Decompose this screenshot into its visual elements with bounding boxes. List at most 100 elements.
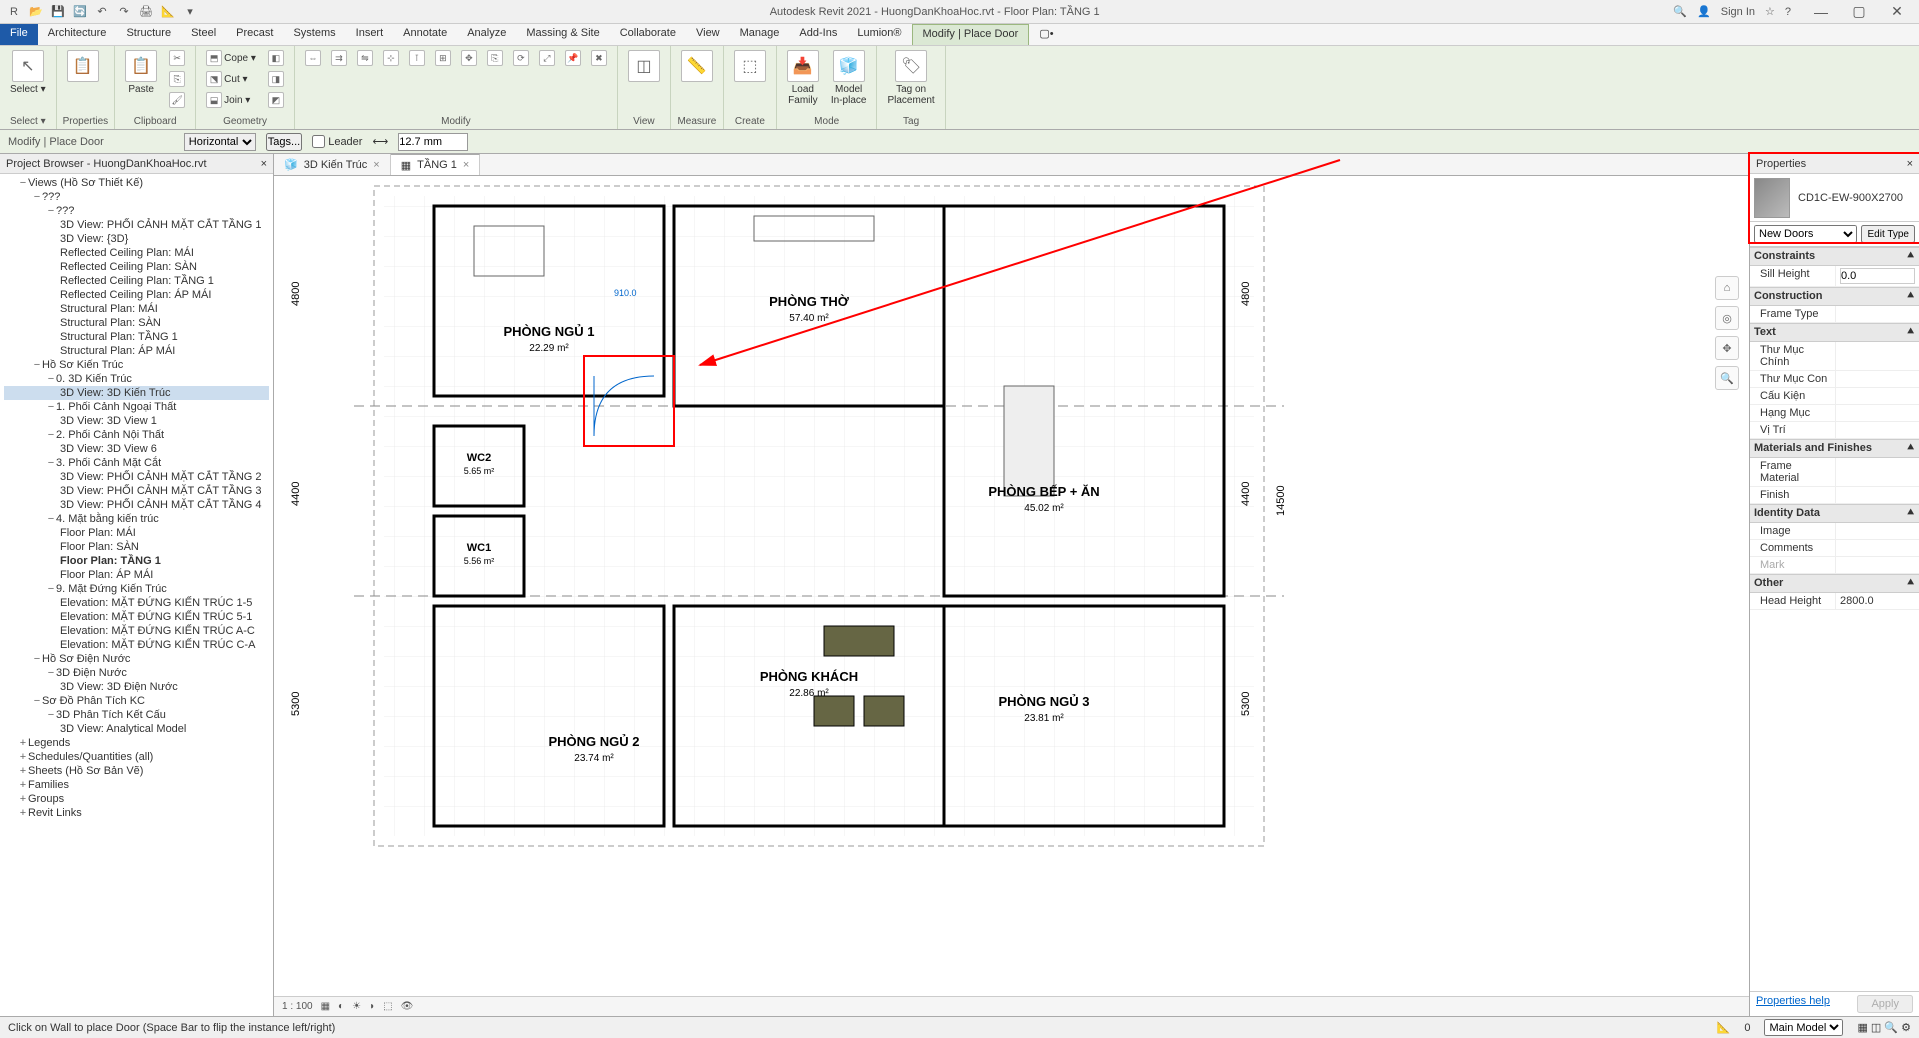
close-button[interactable]: ✕ [1883, 3, 1911, 20]
delete-button[interactable]: ✖ [587, 48, 611, 68]
head-height-value[interactable]: 2800.0 [1835, 593, 1919, 609]
sill-height-input[interactable] [1840, 268, 1915, 284]
trim-button[interactable]: ⊺ [405, 48, 429, 68]
mirror-button[interactable]: ⇋ [353, 48, 377, 68]
ribbon-group-create: ⬚ Create [724, 46, 777, 129]
tab-file[interactable]: File [0, 24, 38, 45]
nav-pan-icon[interactable]: ✥ [1715, 336, 1739, 360]
orientation-select[interactable]: Horizontal [184, 133, 256, 151]
properties-button[interactable]: 📋 [63, 48, 103, 84]
nav-wheel-icon[interactable]: ◎ [1715, 306, 1739, 330]
tab-precast[interactable]: Precast [226, 24, 283, 45]
tab-massing[interactable]: Massing & Site [516, 24, 609, 45]
copy-button[interactable]: ⎘ [165, 69, 189, 89]
signin-link[interactable]: Sign In [1721, 6, 1755, 18]
copy-mod-button[interactable]: ⎘ [483, 48, 507, 68]
align-button[interactable]: ⇔ [301, 48, 325, 68]
nav-zoom-icon[interactable]: 🔍 [1715, 366, 1739, 390]
user-icon[interactable]: 👤 [1697, 5, 1711, 18]
tab-steel[interactable]: Steel [181, 24, 226, 45]
view-tab-3d[interactable]: 🧊3D Kiến Trúc× [274, 154, 391, 175]
frame-type-value[interactable] [1835, 306, 1919, 322]
tab-collaborate[interactable]: Collaborate [610, 24, 686, 45]
tab-annotate[interactable]: Annotate [393, 24, 457, 45]
tab-close-icon[interactable]: × [373, 159, 379, 171]
geom-2[interactable]: ◨ [264, 69, 288, 89]
workset-select[interactable]: Main Model [1764, 1019, 1843, 1036]
tab-structure[interactable]: Structure [116, 24, 181, 45]
leader-checkbox[interactable]: Leader [312, 135, 362, 148]
tab-manage[interactable]: Manage [730, 24, 790, 45]
shadow-icon[interactable]: ◗ [369, 1001, 375, 1012]
tag-on-placement-button[interactable]: 🏷Tag on Placement [883, 48, 938, 108]
view-tab-tang1[interactable]: ▦TẦNG 1× [391, 154, 481, 175]
props-close-icon[interactable]: × [1907, 158, 1913, 170]
sun-icon[interactable]: ☀ [352, 1001, 361, 1012]
type-selector-block[interactable]: CD1C-EW-900X2700 [1750, 174, 1919, 222]
matchtype-button[interactable]: 🖌 [165, 90, 189, 110]
browser-close-icon[interactable]: × [261, 158, 267, 170]
nav-home-icon[interactable]: ⌂ [1715, 276, 1739, 300]
array-button[interactable]: ⊞ [431, 48, 455, 68]
tab-lumion[interactable]: Lumion® [847, 24, 911, 45]
search-icon[interactable]: 🔍 [1673, 5, 1687, 18]
scale-button[interactable]: 1 : 100 [282, 1001, 313, 1012]
tab-view[interactable]: View [686, 24, 730, 45]
paste-button[interactable]: 📋Paste [121, 48, 161, 97]
load-family-button[interactable]: 📥Load Family [783, 48, 823, 108]
visual-style-icon[interactable]: ◐ [338, 1001, 344, 1012]
status-seg-1[interactable]: 📐 [1717, 1021, 1731, 1034]
pin-button[interactable]: 📌 [561, 48, 585, 68]
model-inplace-button[interactable]: 🧊Model In-place [827, 48, 871, 108]
maximize-button[interactable]: ▢ [1845, 3, 1873, 20]
minimize-button[interactable]: — [1807, 4, 1835, 20]
qat-more-icon[interactable]: ▾ [182, 4, 198, 20]
tab-analyze[interactable]: Analyze [457, 24, 516, 45]
drawing-canvas[interactable]: PHÒNG NGỦ 1 22.29 m² PHÒNG THỜ 57.40 m² … [274, 176, 1749, 996]
tab-architecture[interactable]: Architecture [38, 24, 117, 45]
create-button[interactable]: ⬚ [730, 48, 770, 84]
offset-input[interactable] [398, 133, 468, 151]
join-button[interactable]: ⬓Join ▾ [202, 90, 260, 110]
open-icon[interactable]: 📂 [28, 4, 44, 20]
tab-systems[interactable]: Systems [283, 24, 345, 45]
save-icon[interactable]: 💾 [50, 4, 66, 20]
undo-icon[interactable]: ↶ [94, 4, 110, 20]
cut-button[interactable]: ✂ [165, 48, 189, 68]
tab-modify-place-door[interactable]: Modify | Place Door [912, 24, 1030, 45]
tab-close-icon[interactable]: × [463, 159, 469, 171]
move-button[interactable]: ✥ [457, 48, 481, 68]
tab-insert[interactable]: Insert [346, 24, 394, 45]
split-button[interactable]: ⊹ [379, 48, 403, 68]
sync-icon[interactable]: 🔄 [72, 4, 88, 20]
measure-icon[interactable]: 📐 [160, 4, 176, 20]
view-button[interactable]: ◫ [624, 48, 664, 84]
status-icons[interactable]: ▦ ◫ 🔍 ⚙ [1857, 1021, 1911, 1034]
offset-button[interactable]: ⇉ [327, 48, 351, 68]
cursor-icon: ↖ [12, 50, 44, 82]
cope-button[interactable]: ⬒Cope ▾ [202, 48, 260, 68]
geom-1[interactable]: ◧ [264, 48, 288, 68]
scale-button[interactable]: ⤢ [535, 48, 559, 68]
measure-button[interactable]: 📏 [677, 48, 717, 84]
modify-tool[interactable]: ↖Select ▾ [6, 48, 50, 97]
instance-filter-select[interactable]: New Doors [1754, 225, 1857, 243]
hide-icon[interactable]: 👁 [401, 1001, 414, 1012]
cut-geom-button[interactable]: ⬔Cut ▾ [202, 69, 260, 89]
detail-icon[interactable]: ▦ [321, 1001, 330, 1012]
edit-type-button[interactable]: Edit Type [1861, 225, 1915, 243]
favorite-icon[interactable]: ☆ [1765, 5, 1775, 18]
geom-3[interactable]: ◩ [264, 90, 288, 110]
tab-extra[interactable]: ▢• [1029, 24, 1063, 45]
crop-icon[interactable]: ⬚ [383, 1001, 392, 1012]
tree-v9: Structural Plan: TẦNG 1 [4, 330, 269, 344]
help-icon[interactable]: ? [1785, 6, 1791, 18]
browser-tree[interactable]: −Views (Hồ Sơ Thiết Kế) −??? −??? 3D Vie… [0, 174, 273, 1016]
redo-icon[interactable]: ↷ [116, 4, 132, 20]
apply-button[interactable]: Apply [1857, 995, 1913, 1013]
properties-help-link[interactable]: Properties help [1756, 995, 1830, 1013]
print-icon[interactable]: 🖨 [138, 4, 154, 20]
rotate-button[interactable]: ⟳ [509, 48, 533, 68]
tags-button[interactable]: Tags... [266, 133, 302, 151]
tab-addins[interactable]: Add-Ins [789, 24, 847, 45]
